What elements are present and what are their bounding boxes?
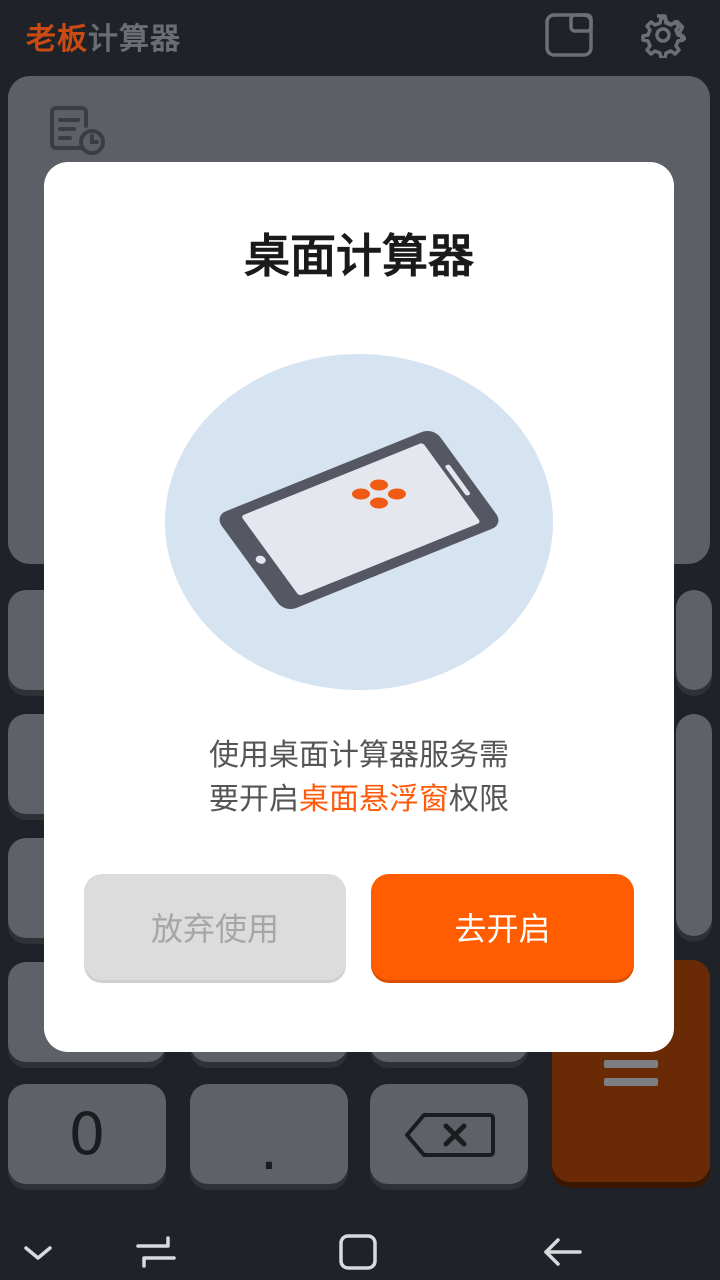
app-title-brand: 老板: [26, 22, 88, 57]
dialog-message-line1: 使用桌面计算器服务需: [209, 738, 509, 773]
app-header: 老板计算器: [0, 0, 720, 72]
keypad-key[interactable]: [676, 714, 712, 936]
phone-illustration-icon: [164, 352, 554, 692]
history-list-icon[interactable]: [48, 104, 108, 158]
key-decimal[interactable]: .: [190, 1084, 348, 1184]
back-icon[interactable]: [540, 1232, 584, 1272]
key-backspace[interactable]: [370, 1084, 528, 1184]
app-title-rest: 计算器: [88, 22, 181, 57]
message-highlight: 桌面悬浮窗: [299, 782, 449, 817]
message-suffix: 权限: [449, 782, 509, 817]
enable-permission-button[interactable]: 去开启: [371, 874, 634, 980]
key-zero-label: 0: [68, 1100, 106, 1168]
recent-apps-icon[interactable]: [134, 1232, 178, 1272]
dialog-title: 桌面计算器: [244, 229, 474, 283]
system-navbar: [0, 1218, 720, 1280]
backspace-icon: [405, 1113, 495, 1157]
collapse-chevron-icon[interactable]: [16, 1232, 60, 1272]
keypad-key[interactable]: [676, 590, 712, 690]
dialog-message-line2: 要开启桌面悬浮窗权限: [44, 778, 674, 822]
message-prefix: 要开启: [209, 782, 299, 817]
app-title: 老板计算器: [26, 14, 181, 58]
key-decimal-label: .: [259, 1115, 279, 1183]
floating-window-icon[interactable]: [544, 12, 594, 58]
floating-window-permission-dialog: 桌面计算器 使用桌面计算器服务需 要开启桌面悬浮窗权限 放弃使用 去开启: [44, 162, 674, 1052]
settings-gear-icon[interactable]: [636, 12, 688, 60]
home-icon[interactable]: [336, 1232, 380, 1272]
key-zero[interactable]: 0: [8, 1084, 166, 1184]
dialog-message: 使用桌面计算器服务需 要开启桌面悬浮窗权限: [44, 734, 674, 822]
cancel-button[interactable]: 放弃使用: [84, 874, 346, 980]
